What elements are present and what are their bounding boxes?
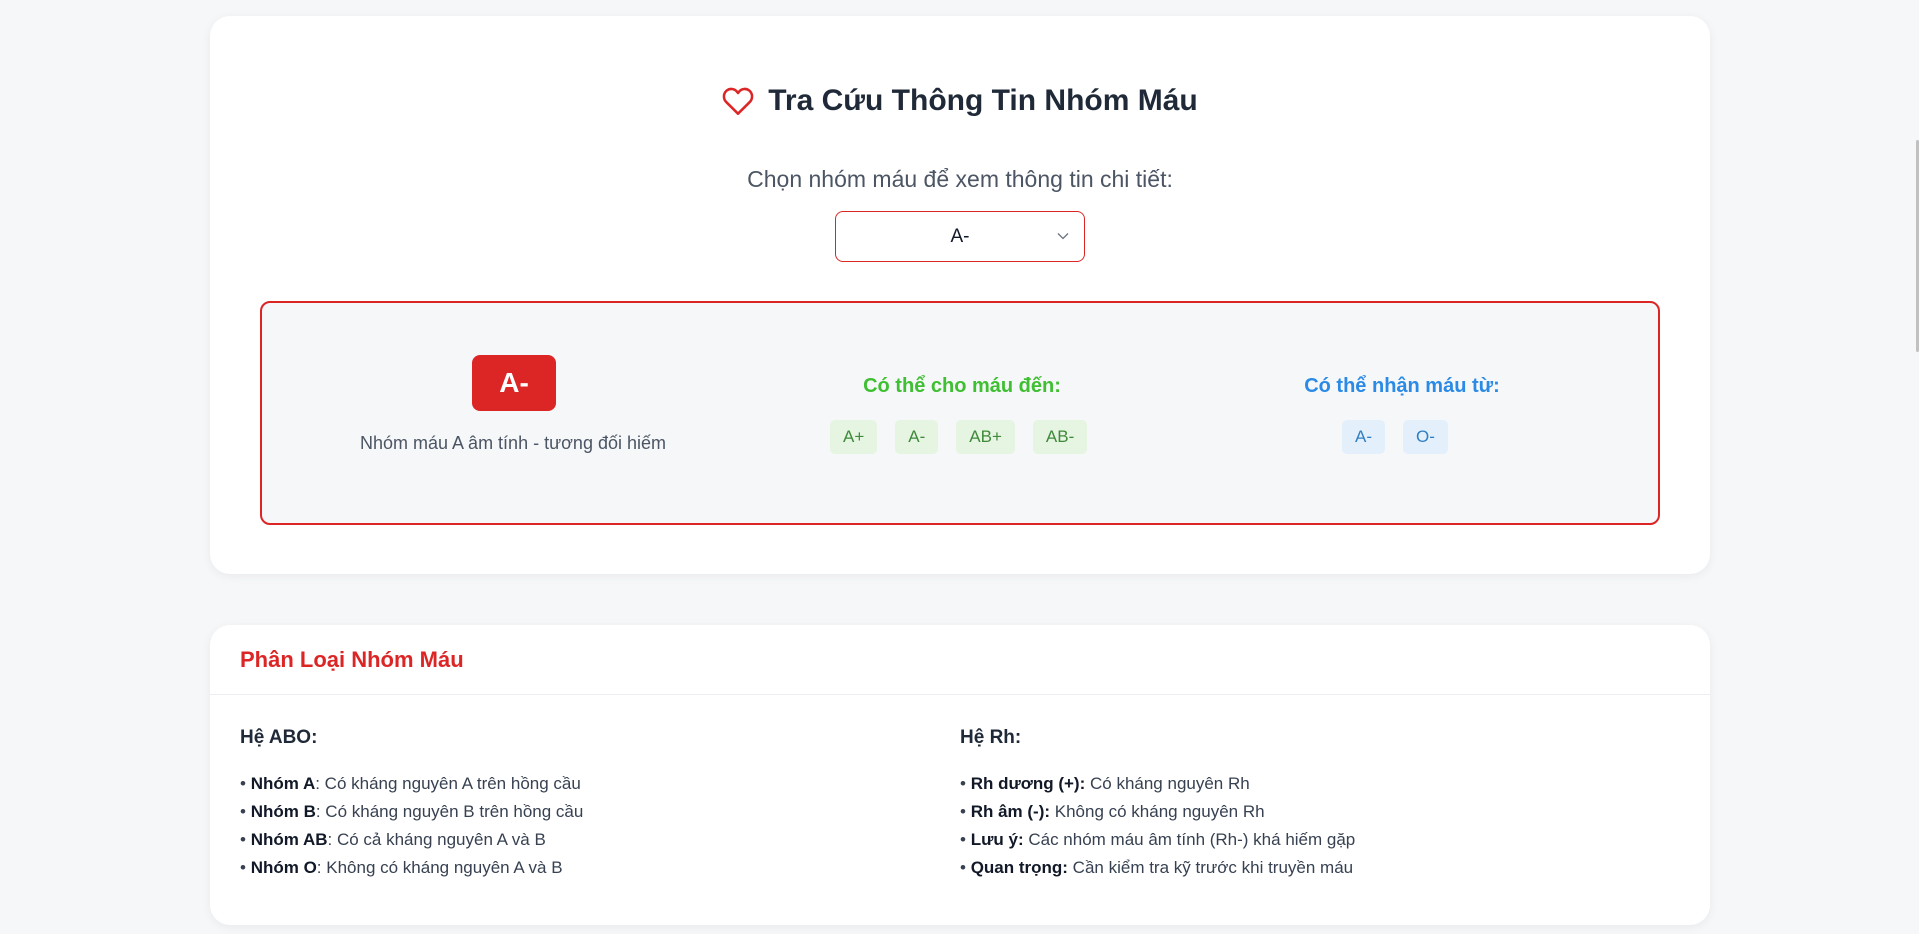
list-item-term: Nhóm B	[250, 802, 316, 821]
rh-heading: Hệ Rh:	[960, 727, 1022, 748]
give-list: A+ A- AB+ AB-	[830, 420, 1088, 454]
rh-column: Hệ Rh: • Rh dương (+): Có kháng nguyên R…	[960, 727, 1680, 882]
give-heading: Có thể cho máu đến:	[863, 375, 1061, 397]
blood-type-badge: A-	[472, 355, 556, 411]
give-chip: AB+	[956, 420, 1015, 454]
list-item: • Nhóm O: Không có kháng nguyên A và B	[240, 858, 563, 877]
lookup-card: Tra Cứu Thông Tin Nhóm Máu Chọn nhóm máu…	[210, 16, 1710, 574]
list-item-text: : Có cả kháng nguyên A và B	[327, 830, 546, 849]
classification-header: Phân Loại Nhóm Máu	[210, 625, 1710, 695]
blood-type-description: Nhóm máu A âm tính - tương đối hiếm	[360, 433, 666, 453]
give-chip: AB-	[1032, 420, 1088, 454]
page: Tra Cứu Thông Tin Nhóm Máu Chọn nhóm máu…	[0, 0, 1919, 934]
list-item-text: : Có kháng nguyên B trên hồng cầu	[315, 802, 584, 821]
list-item: • Nhóm AB: Có cả kháng nguyên A và B	[240, 830, 546, 849]
receive-chip: O-	[1403, 420, 1448, 454]
classification-card: Phân Loại Nhóm Máu Hệ ABO: • Nhóm A: Có …	[210, 625, 1710, 925]
classification-title: Phân Loại Nhóm Máu	[240, 646, 464, 672]
list-item-text: : Không có kháng nguyên A và B	[316, 858, 563, 877]
give-chip: A+	[830, 420, 878, 454]
title-row: Tra Cứu Thông Tin Nhóm Máu	[210, 84, 1710, 118]
list-item-text: Cần kiểm tra kỹ trước khi truyền máu	[1067, 858, 1354, 877]
list-item: • Rh dương (+): Có kháng nguyên Rh	[960, 774, 1250, 793]
select-prompt: Chọn nhóm máu để xem thông tin chi tiết:	[747, 166, 1173, 192]
list-item-text: Có kháng nguyên Rh	[1085, 774, 1250, 793]
receive-list: A- O-	[1342, 420, 1448, 454]
list-item: • Nhóm B: Có kháng nguyên B trên hồng cầ…	[240, 802, 584, 821]
blood-type-select[interactable]: A-	[835, 211, 1085, 262]
list-item-term: Quan trọng:	[970, 858, 1068, 877]
list-item: • Lưu ý: Các nhóm máu âm tính (Rh-) khá …	[960, 830, 1356, 849]
list-item-term: Nhóm O	[250, 858, 317, 877]
heart-icon	[722, 87, 754, 115]
abo-list: • Nhóm A: Có kháng nguyên A trên hồng cầ…	[240, 770, 960, 882]
chevron-down-icon	[1057, 233, 1069, 240]
classification-columns: Hệ ABO: • Nhóm A: Có kháng nguyên A trên…	[240, 727, 1680, 882]
list-item: • Nhóm A: Có kháng nguyên A trên hồng cầ…	[240, 774, 581, 793]
list-item-text: Không có kháng nguyên Rh	[1050, 802, 1265, 821]
list-item-text: : Có kháng nguyên A trên hồng cầu	[315, 774, 581, 793]
list-item-term: Nhóm AB	[250, 830, 328, 849]
list-item: • Rh âm (-): Không có kháng nguyên Rh	[960, 802, 1265, 821]
result-panel: A- Nhóm máu A âm tính - tương đối hiếm C…	[260, 301, 1660, 525]
list-item-term: Rh âm (-):	[970, 802, 1051, 821]
abo-column: Hệ ABO: • Nhóm A: Có kháng nguyên A trên…	[240, 727, 960, 882]
give-chip: A-	[895, 420, 939, 454]
receive-heading: Có thể nhận máu từ:	[1304, 375, 1500, 397]
list-item-term: Nhóm A	[250, 774, 316, 793]
select-value: A-	[950, 225, 970, 247]
list-item-term: Lưu ý:	[970, 830, 1024, 849]
abo-heading: Hệ ABO:	[240, 727, 318, 748]
receive-chip: A-	[1342, 420, 1385, 454]
rh-list: • Rh dương (+): Có kháng nguyên Rh • Rh …	[960, 770, 1680, 882]
page-title: Tra Cứu Thông Tin Nhóm Máu	[768, 84, 1198, 117]
list-item-term: Rh dương (+):	[970, 774, 1086, 793]
list-item: • Quan trọng: Cần kiểm tra kỹ trước khi …	[960, 858, 1354, 877]
list-item-text: Các nhóm máu âm tính (Rh-) khá hiếm gặp	[1023, 830, 1356, 849]
